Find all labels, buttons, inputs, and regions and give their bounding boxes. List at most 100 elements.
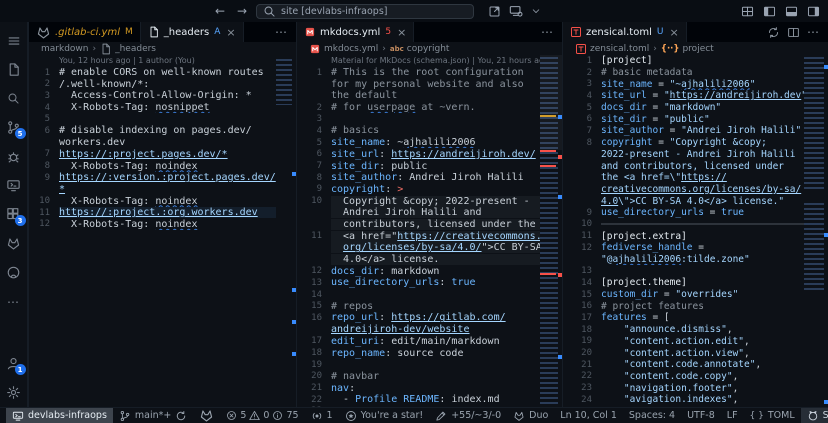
code-line[interactable]: 9https://:version.:project.pages.dev/ [29,172,296,184]
code-line[interactable]: 13 [563,265,828,277]
remote-menu-icon[interactable] [509,4,523,18]
breadcrumb-item[interactable]: _headers [100,43,156,55]
code-line[interactable]: 15# repos [297,300,562,312]
code-line[interactable]: 6# disable indexing on pages.dev/ [29,125,296,137]
code-line[interactable]: 19 "content.action.edit", [563,336,828,348]
code-line[interactable]: 15custom_dir = "overrides" [563,289,828,301]
code-line[interactable]: 22 - Profile README: index.md [297,394,562,406]
code-line[interactable]: 11https://:project.:org.workers.dev [29,207,296,219]
code-line[interactable]: 21nav: [297,382,562,394]
code-line[interactable]: 12 X-Robots-Tag: noindex [29,219,296,231]
code-line[interactable]: contributors, licensed under the [297,219,562,231]
code-line[interactable]: 9copyright: > [297,184,562,196]
breadcrumb-item[interactable]: zensical.toml [575,43,649,55]
breadcrumb-item[interactable]: {··}project [661,44,714,54]
code-line[interactable]: 6site_dir = "public" [563,113,828,125]
activity-item-more[interactable]: ⋯ [0,287,28,316]
open-window-icon[interactable] [488,5,501,18]
breadcrumb[interactable]: mkdocs.yml›abccopyright [297,42,562,55]
code-line[interactable]: 4.0</a> license. [297,254,562,266]
status-git-branch[interactable]: main*+ [113,408,193,423]
status-gitlab-duo[interactable]: Duo [507,408,554,423]
code-line[interactable]: 18 "announce.dismiss", [563,324,828,336]
code-line[interactable]: 7https://:project.pages.dev/* [29,149,296,161]
open-changes-icon[interactable] [767,26,780,39]
code-line[interactable]: 1# enable CORS on well-known routes [29,67,296,79]
code-line[interactable]: 4# basics [297,125,562,137]
forward-button[interactable]: → [234,4,250,18]
code-line[interactable]: 12fediverse_handle = [563,242,828,254]
activity-item-remote-explorer[interactable] [0,171,28,200]
code-line[interactable]: workers.dev [29,137,296,149]
activity-item-gear[interactable] [0,378,28,407]
breadcrumb-item[interactable]: abccopyright [390,44,450,54]
code-line[interactable]: 13use_directory_urls: true [297,277,562,289]
code-line[interactable]: 10 [563,219,828,231]
breadcrumb[interactable]: markdown›_headers [29,42,296,55]
code-editor[interactable]: 1[project]2# basic metadata3site_name = … [563,55,828,407]
status-indentation[interactable]: Spaces: 4 [623,408,681,423]
code-line[interactable]: 8copyright = "Copyright &copy; [563,137,828,149]
code-line[interactable]: 2/.well-known/*: [29,78,296,90]
code-line[interactable]: 17edit_uri: edit/main/markdown [297,336,562,348]
code-line[interactable]: 24 "avigation.indexes", [563,394,828,406]
layout-icon[interactable] [741,5,754,18]
activity-item-account[interactable]: 1 [0,349,28,378]
code-line[interactable]: 16repo_url: https://gitlab.com/ [297,312,562,324]
code-line[interactable]: 12docs_dir: markdown [297,265,562,277]
status-gitlab-star[interactable]: You're a star! [339,408,430,423]
status-problems[interactable]: 5075 [220,408,304,423]
code-line[interactable]: 10 X-Robots-Tag: noindex [29,195,296,207]
status-cursor-position[interactable]: Ln 10, Col 1 [554,408,623,423]
activity-item-debug[interactable] [0,142,28,171]
code-line[interactable]: 16# project features [563,300,828,312]
code-line[interactable]: 11[project.extra] [563,230,828,242]
close-icon[interactable]: × [226,26,235,39]
panel-bottom-icon[interactable] [785,5,798,18]
code-line[interactable]: 19 [297,359,562,371]
command-center[interactable]: site [devlabs-infraops] [256,4,474,19]
code-line[interactable]: 1# This is the root configuration [297,67,562,79]
code-line[interactable]: Material for MkDocs (schema.json) | You,… [297,55,562,67]
close-icon[interactable]: × [397,26,406,39]
code-line[interactable]: You, 12 hours ago | 1 author (You) [29,55,296,67]
code-line[interactable]: org/licenses/by-sa/4.0/">CC BY-SA [297,242,562,254]
code-line[interactable]: 4 X-Robots-Tag: nosnippet [29,102,296,114]
code-line[interactable]: 7site_dir: public [297,160,562,172]
code-line[interactable]: 4site_url = "https://andreijiroh.dev" [563,90,828,102]
code-line[interactable]: "@ajhalili2006:tilde.zone" [563,254,828,266]
back-button[interactable]: ← [212,4,228,18]
code-line[interactable]: 7site_author = "Andrei Jiroh Halili" [563,125,828,137]
breadcrumb-item[interactable]: markdown [41,44,88,54]
chevron-down-icon[interactable] [531,6,541,16]
minimap[interactable] [540,55,562,407]
tab-mkdocs.yml[interactable]: mkdocs.yml5× [297,22,414,42]
code-line[interactable]: 10 Copyright &copy; 2022-present - [297,195,562,207]
activity-item-github[interactable] [0,258,28,287]
code-line[interactable]: 22 "content.code.copy", [563,371,828,383]
code-line[interactable]: 8site_author: Andrei Jiroh Halili [297,172,562,184]
code-line[interactable]: 1[project] [563,55,828,67]
activity-item-gitlab[interactable] [0,229,28,258]
code-line[interactable]: 11 <a href="https://creativecommons. [297,230,562,242]
status-eol[interactable]: LF [721,408,744,423]
breadcrumb[interactable]: zensical.toml›{··}project [563,42,828,55]
code-line[interactable]: 20 "content.action.view", [563,347,828,359]
code-line[interactable]: creativecommons.org/licenses/by-sa/ [563,184,828,196]
activity-item-extensions[interactable]: 3 [0,200,28,229]
code-line[interactable]: 2022-present - Andrei Jiroh Halili [563,149,828,161]
panel-left-icon[interactable] [763,5,776,18]
minimap[interactable] [276,55,296,407]
code-line[interactable]: 3 [297,113,562,125]
code-line[interactable]: the default [297,90,562,102]
activity-item-files[interactable] [0,55,28,84]
code-line[interactable]: 20# navbar [297,371,562,383]
status-github-signin[interactable]: Signed out [801,408,828,423]
code-editor[interactable]: You, 12 hours ago | 1 author (You)1# ena… [29,55,296,407]
code-editor[interactable]: Material for MkDocs (schema.json) | You,… [297,55,562,407]
code-line[interactable]: 14[project.theme] [563,277,828,289]
code-line[interactable]: 8 X-Robots-Tag: noindex [29,160,296,172]
code-line[interactable]: 3 Access-Control-Allow-Origin: * [29,90,296,102]
code-line[interactable]: 2# for userpage at ~vern. [297,102,562,114]
status-encoding[interactable]: UTF-8 [681,408,721,423]
